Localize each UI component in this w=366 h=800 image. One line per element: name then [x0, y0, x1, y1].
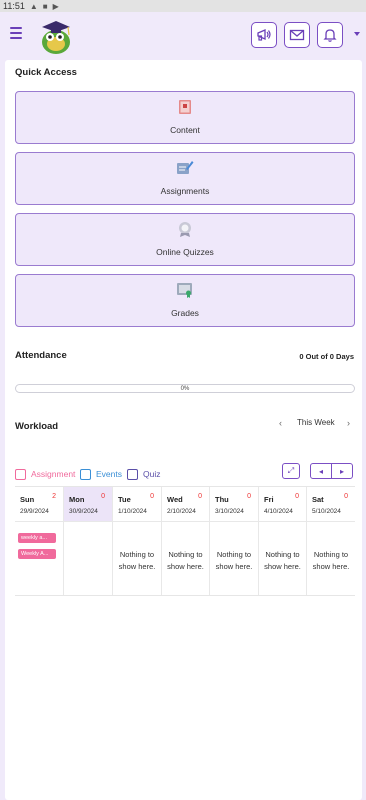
day-name: Fri: [264, 495, 274, 504]
book-icon: [179, 100, 191, 114]
quick-access-content[interactable]: Content: [15, 91, 355, 144]
legend-assignment[interactable]: Assignment: [15, 468, 75, 480]
empty-day-message: Nothing to show here.: [312, 550, 350, 571]
day-date: 4/10/2024: [264, 508, 293, 515]
day-name: Tue: [118, 495, 131, 504]
tile-label-grades: Grades: [171, 308, 199, 318]
day-column-mon[interactable]: Mon 0 30/9/2024: [63, 487, 112, 595]
empty-day-message: Nothing to show here.: [118, 550, 156, 571]
day-date: 5/10/2024: [312, 508, 341, 515]
day-name: Sun: [20, 495, 35, 504]
legend-label-events: Events: [96, 469, 122, 479]
legend-events[interactable]: Events: [80, 468, 122, 480]
day-header: Wed 0 2/10/2024: [162, 487, 209, 522]
assignment-pencil-icon: [177, 161, 194, 174]
expand-calendar-button[interactable]: ⤢: [282, 463, 300, 479]
day-count-badge: 0: [101, 493, 105, 500]
day-count-badge: 0: [344, 493, 348, 500]
day-count-badge: 0: [198, 493, 202, 500]
day-name: Thu: [215, 495, 229, 504]
attendance-progress-bar: 0%: [15, 384, 355, 393]
status-time: 11:51: [3, 1, 25, 11]
menu-icon[interactable]: [10, 27, 22, 39]
checkbox-events[interactable]: [80, 468, 91, 480]
day-header: Fri 0 4/10/2024: [259, 487, 306, 522]
attendance-progress-label: 0%: [180, 386, 190, 392]
week-navigator: ‹ This Week ›: [277, 418, 357, 430]
notification-icon: ■: [42, 1, 48, 11]
quick-access-grades[interactable]: Grades: [15, 274, 355, 327]
quick-access-title: Quick Access: [15, 67, 77, 78]
empty-day-message: Nothing to show here.: [215, 550, 253, 571]
play-store-icon: ▶: [52, 1, 59, 11]
quick-access-assignments[interactable]: Assignments: [15, 152, 355, 205]
day-column-tue[interactable]: Tue 0 1/10/2024 Nothing to show here.: [112, 487, 161, 595]
day-column-thu[interactable]: Thu 0 3/10/2024 Nothing to show here.: [209, 487, 258, 595]
chevron-left-icon: ◂: [318, 466, 323, 476]
workload-calendar: Sun 2 29/9/2024 weekly a... Weekly A... …: [15, 486, 355, 596]
expand-arrows-icon: ⤢: [287, 466, 295, 475]
quick-access-online-quizzes[interactable]: Online Quizzes: [15, 213, 355, 266]
day-date: 1/10/2024: [118, 508, 147, 515]
day-count-badge: 0: [295, 493, 299, 500]
prev-week-chevron-left-icon[interactable]: ‹: [279, 418, 282, 428]
workload-event[interactable]: Weekly A...: [18, 549, 56, 559]
empty-day-message: Nothing to show here.: [167, 550, 204, 571]
day-date: 2/10/2024: [167, 508, 196, 515]
bell-icon: [323, 29, 337, 42]
day-name: Mon: [69, 495, 85, 504]
attendance-summary: 0 Out of 0 Days: [299, 352, 354, 361]
calendar-prev-button[interactable]: ◂: [310, 463, 332, 479]
quiz-badge-icon: [179, 222, 191, 237]
workload-title: Workload: [15, 421, 59, 432]
day-header: Tue 0 1/10/2024: [113, 487, 161, 522]
tile-label-content: Content: [170, 125, 200, 135]
chevron-right-icon: ▸: [339, 466, 344, 476]
dashboard-card: Quick Access Content Assignments Online …: [5, 60, 362, 800]
day-count-badge: 0: [247, 493, 251, 500]
attendance-title: Attendance: [15, 350, 67, 361]
notifications-button[interactable]: [317, 22, 343, 48]
status-bar: 11:51 ▲ ■ ▶: [0, 0, 366, 12]
announcements-button[interactable]: [251, 22, 277, 48]
day-count-badge: 0: [150, 493, 154, 500]
legend-label-quiz: Quiz: [143, 469, 161, 479]
day-header: Sat 0 5/10/2024: [307, 487, 355, 522]
warning-icon: ▲: [29, 1, 38, 11]
account-dropdown-icon[interactable]: [354, 32, 360, 36]
legend-label-assignment: Assignment: [31, 469, 76, 479]
grades-certificate-icon: [177, 283, 192, 298]
legend-quiz[interactable]: Quiz: [127, 468, 160, 480]
day-header: Sun 2 29/9/2024: [15, 487, 63, 522]
day-column-sun[interactable]: Sun 2 29/9/2024 weekly a... Weekly A...: [15, 487, 63, 595]
day-column-sat[interactable]: Sat 0 5/10/2024 Nothing to show here.: [306, 487, 355, 595]
day-date: 29/9/2024: [20, 508, 49, 515]
tile-label-assignments: Assignments: [160, 186, 210, 196]
day-column-fri[interactable]: Fri 0 4/10/2024 Nothing to show here.: [258, 487, 306, 595]
day-header: Thu 0 3/10/2024: [210, 487, 258, 522]
tile-label-online-quizzes: Online Quizzes: [156, 247, 214, 257]
day-header: Mon 0 30/9/2024: [64, 487, 112, 522]
messages-button[interactable]: [284, 22, 310, 48]
workload-event[interactable]: weekly a...: [18, 533, 56, 543]
day-name: Sat: [312, 495, 324, 504]
week-label: This Week: [297, 418, 335, 427]
megaphone-icon: [257, 29, 271, 41]
top-app-bar: [0, 12, 366, 60]
app-logo: [42, 21, 70, 54]
day-name: Wed: [167, 495, 183, 504]
day-date: 30/9/2024: [69, 508, 98, 515]
day-count-badge: 2: [52, 493, 56, 500]
mail-icon: [289, 29, 305, 41]
day-column-wed[interactable]: Wed 0 2/10/2024 Nothing to show here.: [161, 487, 209, 595]
checkbox-assignment[interactable]: [15, 468, 26, 480]
calendar-next-button[interactable]: ▸: [331, 463, 353, 479]
day-date: 3/10/2024: [215, 508, 244, 515]
next-week-chevron-right-icon[interactable]: ›: [347, 418, 350, 428]
checkbox-quiz[interactable]: [127, 468, 138, 480]
empty-day-message: Nothing to show here.: [264, 550, 301, 571]
